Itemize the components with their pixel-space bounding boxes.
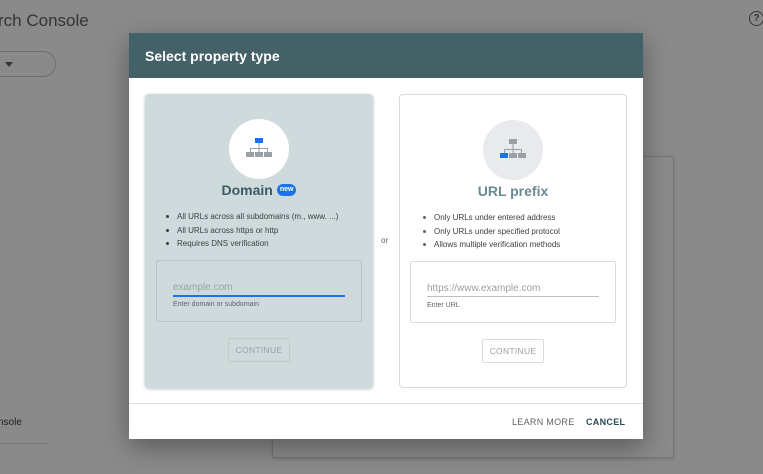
url-prefix-continue-button[interactable]: CONTINUE <box>482 339 544 363</box>
domain-input-box: Enter domain or subdomain <box>156 260 362 322</box>
url-prefix-input[interactable] <box>427 280 599 296</box>
list-item: Allows multiple verification methods <box>422 238 560 252</box>
domain-input-helper: Enter domain or subdomain <box>173 301 259 308</box>
domain-input-underline <box>173 295 345 297</box>
url-prefix-panel[interactable]: URL prefix Only URLs under entered addre… <box>399 94 627 388</box>
sitemap-icon <box>500 139 526 158</box>
app-root: rch Console ? nsole Select property type <box>0 0 763 474</box>
dialog-header: Select property type <box>129 33 643 78</box>
url-prefix-input-box: Enter URL <box>410 261 616 323</box>
url-prefix-input-helper: Enter URL <box>427 302 460 309</box>
domain-feature-list: All URLs across all subdomains (m., www.… <box>165 210 338 251</box>
list-item: Requires DNS verification <box>165 237 338 251</box>
new-badge: new <box>276 184 297 196</box>
list-item: All URLs across https or http <box>165 224 338 238</box>
domain-continue-button[interactable]: CONTINUE <box>228 338 290 362</box>
footer-divider <box>129 403 643 404</box>
domain-icon-circle <box>229 119 289 179</box>
select-property-dialog: Select property type Domain new All URLs… <box>129 33 643 439</box>
list-item: Only URLs under entered address <box>422 211 560 225</box>
cancel-button[interactable]: CANCEL <box>586 417 625 427</box>
or-separator: or <box>381 236 389 245</box>
url-prefix-feature-list: Only URLs under entered address Only URL… <box>422 211 560 252</box>
list-item: Only URLs under specified protocol <box>422 225 560 239</box>
domain-input[interactable] <box>173 279 345 295</box>
url-prefix-input-underline <box>427 296 599 297</box>
url-prefix-icon-circle <box>483 120 543 180</box>
dialog-title: Select property type <box>145 48 280 64</box>
learn-more-button[interactable]: LEARN MORE <box>512 417 575 427</box>
domain-heading-text: Domain <box>221 182 273 198</box>
url-prefix-heading: URL prefix <box>477 183 549 199</box>
domain-heading: Domain new <box>145 182 373 198</box>
sitemap-icon <box>246 138 272 157</box>
domain-panel[interactable]: Domain new All URLs across all subdomain… <box>145 94 373 388</box>
list-item: All URLs across all subdomains (m., www.… <box>165 210 338 224</box>
